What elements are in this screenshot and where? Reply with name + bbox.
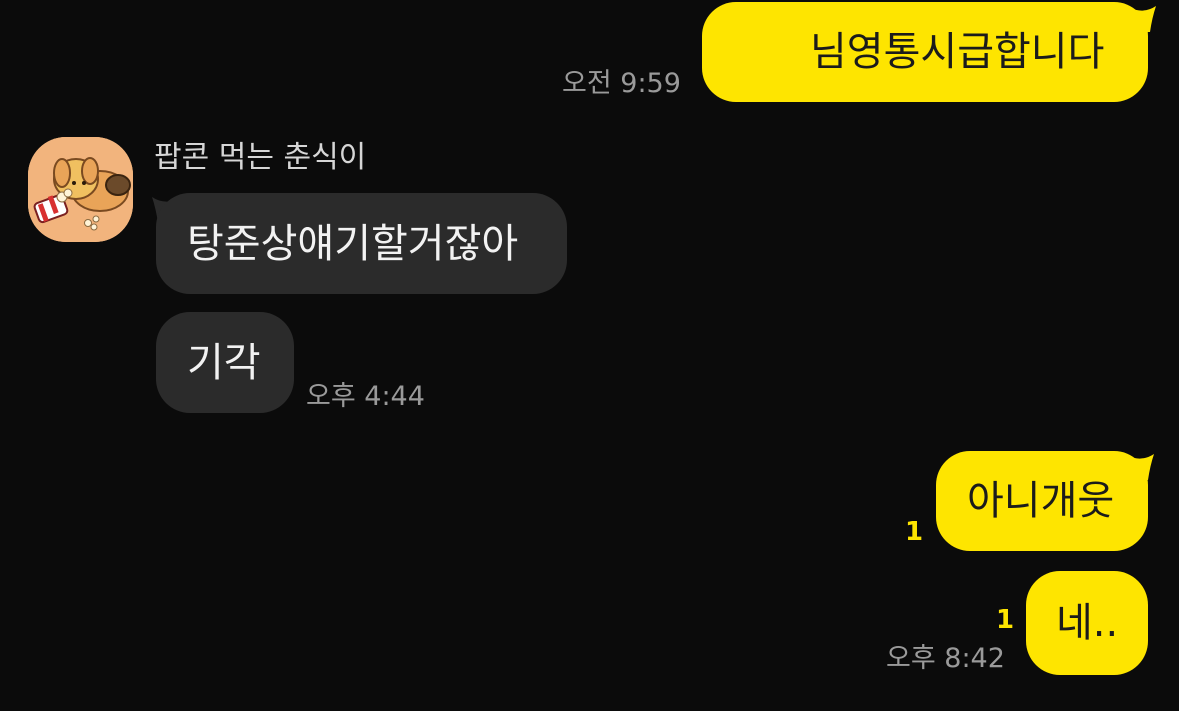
chat-message-list[interactable]: 님영통시급합니다 오전 9:59 팝콘 먹는 춘식이 탕준상얘기할거잖아 기각 … [0,0,1179,711]
message-timestamp: 오전 9:59 [562,68,681,99]
choonsik-popcorn-avatar-icon [28,137,133,242]
unread-count: 1 [905,517,924,547]
contact-avatar[interactable] [28,137,133,242]
unread-count: 1 [996,605,1015,635]
message-text: 기각 [187,339,261,386]
message-text: 네.. [1056,600,1119,646]
my-message-bubble[interactable]: 네.. [1026,571,1148,675]
my-message-bubble[interactable]: 님영통시급합니다 [702,2,1148,102]
message-text: 아니개웃 [967,478,1115,524]
their-message-bubble[interactable]: 기각 [156,312,294,413]
message-text: 님영통시급합니다 [810,29,1105,75]
my-message-bubble[interactable]: 아니개웃 [936,451,1148,551]
bubble-tail-right [1128,454,1154,480]
message-text: 탕준상얘기할거잖아 [187,220,519,267]
their-message-bubble[interactable]: 탕준상얘기할거잖아 [156,193,567,294]
bubble-tail-right [1130,6,1156,32]
contact-name[interactable]: 팝콘 먹는 춘식이 [154,143,366,173]
message-timestamp: 오후 8:42 [886,643,1005,674]
message-timestamp: 오후 4:44 [306,381,425,412]
